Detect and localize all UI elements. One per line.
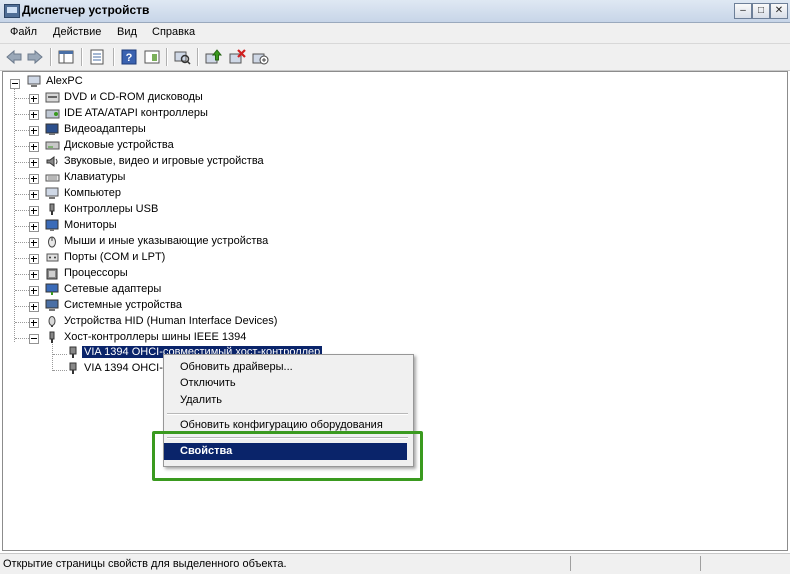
ide-controller-icon <box>45 109 60 119</box>
expand-toggle[interactable] <box>29 222 39 232</box>
menu-help[interactable]: Справка <box>152 26 195 38</box>
mouse-icon <box>48 236 56 248</box>
device-manager-icon <box>4 4 20 18</box>
tree-root-label[interactable]: AlexPC <box>46 75 83 87</box>
minimize-button[interactable]: – <box>734 3 752 19</box>
show-hide-icon[interactable] <box>143 48 161 66</box>
expand-toggle[interactable] <box>29 174 39 184</box>
network-adapter-icon <box>45 283 59 295</box>
tree-category-label[interactable]: Системные устройства <box>64 299 182 311</box>
disable-device-icon[interactable] <box>251 48 269 66</box>
tree-category-label[interactable]: DVD и CD-ROM дисководы <box>64 91 203 103</box>
usb-controller-icon <box>49 203 55 215</box>
expand-toggle[interactable] <box>29 190 39 200</box>
tree-category-label[interactable]: Порты (COM и LPT) <box>64 251 165 263</box>
system-device-icon <box>45 299 59 311</box>
console-tree-icon[interactable] <box>57 48 75 66</box>
port-icon <box>46 253 59 262</box>
status-bar: Открытие страницы свойств для выделенног… <box>0 553 790 574</box>
menu-delete[interactable]: Удалить <box>180 394 222 406</box>
title-bar: Диспетчер устройств – □ ✕ <box>0 0 790 23</box>
expand-toggle[interactable] <box>29 94 39 104</box>
ieee1394-device-icon <box>69 346 77 358</box>
display-adapter-icon <box>45 123 59 135</box>
ieee1394-device-icon <box>69 362 77 374</box>
ieee1394-controller-icon <box>49 331 55 343</box>
root-collapse-toggle[interactable] <box>10 79 20 89</box>
expand-toggle[interactable] <box>29 158 39 168</box>
help-icon[interactable]: ? <box>120 48 138 66</box>
menu-file[interactable]: Файл <box>10 26 37 38</box>
uninstall-icon[interactable] <box>228 48 246 66</box>
tree-category-label[interactable]: Контроллеры USB <box>64 203 158 215</box>
ieee1394-device-2-label[interactable]: VIA 1394 OHCI- <box>84 362 163 374</box>
menu-disable[interactable]: Отключить <box>180 377 236 389</box>
computer-icon <box>27 75 41 87</box>
tree-category-label[interactable]: Компьютер <box>64 187 121 199</box>
update-driver-icon[interactable] <box>204 48 222 66</box>
window-title: Диспетчер устройств <box>22 3 150 17</box>
svg-text:?: ? <box>126 52 133 64</box>
tree-category-label[interactable]: Дисковые устройства <box>64 139 174 151</box>
maximize-button[interactable]: □ <box>752 3 770 19</box>
expand-toggle[interactable] <box>29 270 39 280</box>
menu-view[interactable]: Вид <box>117 26 137 38</box>
back-icon[interactable] <box>5 48 23 66</box>
expand-toggle[interactable] <box>29 302 39 312</box>
tree-category-label[interactable]: Устройства HID (Human Interface Devices) <box>64 315 277 327</box>
scan-hardware-icon[interactable] <box>173 48 191 66</box>
menu-scan-hardware[interactable]: Обновить конфигурацию оборудования <box>180 419 383 431</box>
properties-icon[interactable] <box>88 48 106 66</box>
forward-icon[interactable] <box>26 48 44 66</box>
expand-toggle[interactable] <box>29 238 39 248</box>
expand-toggle[interactable] <box>29 254 39 264</box>
tree-category-label[interactable]: Сетевые адаптеры <box>64 283 161 295</box>
disk-drive-icon <box>45 141 60 150</box>
menu-update-drivers[interactable]: Обновить драйверы... <box>180 361 293 373</box>
menu-action[interactable]: Действие <box>53 26 101 38</box>
tree-category-label[interactable]: Звуковые, видео и игровые устройства <box>64 155 264 167</box>
annotation-highlight <box>152 431 423 481</box>
computer-icon <box>45 187 59 199</box>
sound-device-icon <box>46 156 58 167</box>
tree-category-label[interactable]: Хост-контроллеры шины IEEE 1394 <box>64 331 246 343</box>
close-button[interactable]: ✕ <box>770 3 788 19</box>
status-text: Открытие страницы свойств для выделенног… <box>3 558 287 570</box>
tree-category-label[interactable]: Процессоры <box>64 267 128 279</box>
tree-category-label[interactable]: IDE ATA/ATAPI контроллеры <box>64 107 208 119</box>
keyboard-icon <box>45 174 60 182</box>
processor-icon <box>46 268 58 280</box>
dvd-drive-icon <box>45 92 60 103</box>
tree-category-label[interactable]: Видеоадаптеры <box>64 123 146 135</box>
tree-category-label[interactable]: Мониторы <box>64 219 117 231</box>
expand-toggle[interactable] <box>29 142 39 152</box>
tree-category-label[interactable]: Клавиатуры <box>64 171 125 183</box>
monitor-icon <box>45 219 59 231</box>
expand-toggle[interactable] <box>29 318 39 328</box>
expand-toggle[interactable] <box>29 110 39 120</box>
toolbar: ? <box>0 44 790 71</box>
menu-bar: Файл Действие Вид Справка <box>0 23 790 44</box>
hid-device-icon <box>48 316 56 327</box>
expand-toggle[interactable] <box>29 206 39 216</box>
expand-toggle[interactable] <box>29 126 39 136</box>
expand-toggle[interactable] <box>29 286 39 296</box>
tree-category-label[interactable]: Мыши и иные указывающие устройства <box>64 235 268 247</box>
expand-toggle[interactable] <box>29 334 39 344</box>
